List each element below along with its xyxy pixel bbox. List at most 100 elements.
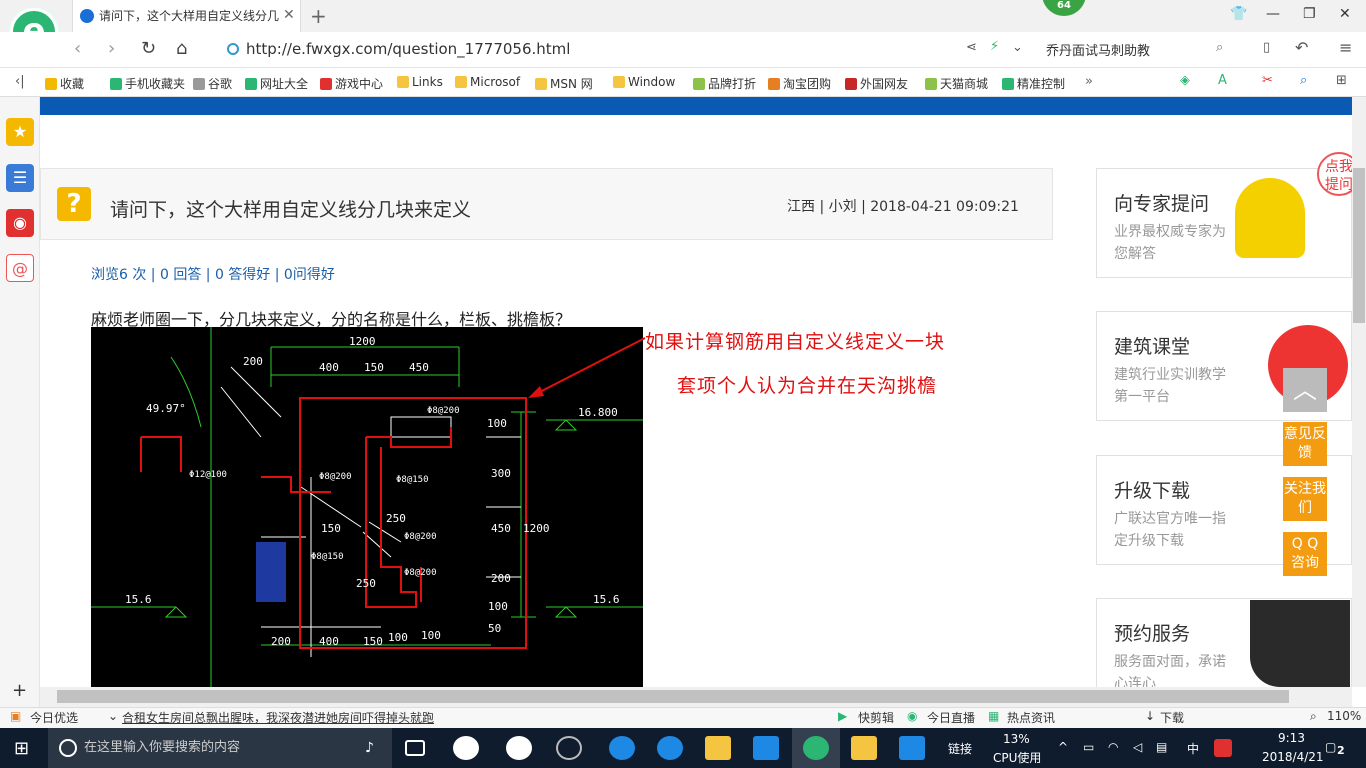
bookmark-item[interactable]: Window [613,75,675,89]
bookmark-item[interactable]: Microsof [455,75,520,89]
taskbar-search-input[interactable]: 在这里输入你要搜索的内容 [48,728,392,768]
search-icon[interactable]: ⌕ [1216,40,1223,55]
sidebar-toggle-icon[interactable]: ‹| [15,74,25,89]
ie-shell-icon[interactable] [506,736,532,760]
news-ticker[interactable]: 合租女生房间总飘出腥味，我深夜潜进她房间吓得掉头就跑 [122,709,434,726]
downloads[interactable]: 下载 [1160,709,1184,726]
tab-close-icon[interactable]: ✕ [283,7,295,23]
menu-icon[interactable]: ≡ [1339,38,1352,57]
bookmark-item[interactable]: MSN 网 [535,75,593,92]
clock-time[interactable]: 9:13 [1278,731,1305,745]
today-live[interactable]: 今日直播 [927,709,975,726]
maximize-button[interactable]: ❐ [1303,6,1316,22]
bookmark-item[interactable]: 谷歌 [193,75,232,92]
minimize-button[interactable]: — [1266,6,1280,22]
url-input[interactable]: http://e.fwxgx.com/question_1777056.html [246,40,570,58]
svg-text:Φ8@150: Φ8@150 [311,552,344,562]
vertical-scroll-thumb[interactable] [1353,168,1365,323]
new-tab-button[interactable]: + [310,4,327,28]
windows-start-icon[interactable]: ⊞ [14,738,29,759]
today-picks[interactable]: 今日优选 [30,709,78,726]
task-view-icon[interactable] [405,740,425,756]
home-icon[interactable]: ⌂ [176,38,187,59]
add-sidebar-icon[interactable]: + [12,680,27,701]
phone-icon[interactable]: ▯ [1263,40,1270,55]
keyboard-icon[interactable]: ▤ [1156,740,1167,754]
svg-text:Φ8@200: Φ8@200 [404,532,437,542]
plus-app-icon[interactable] [899,736,925,760]
chevron-down-icon[interactable]: ⌄ [1012,40,1023,55]
bookmark-label: 游戏中心 [335,77,384,91]
notification-icon[interactable]: ▢ [1325,740,1336,754]
translate-icon[interactable]: A [1218,73,1227,88]
question-stats[interactable]: 浏览6 次 | 0 回答 | 0 答得好 | 0问得好 [91,264,335,284]
glodon-app-icon[interactable] [753,736,779,760]
edge-icon[interactable] [609,736,635,760]
scissors-icon[interactable]: ✂ [1262,73,1273,88]
bookmark-item[interactable]: 淘宝团购 [768,75,831,92]
weibo-icon[interactable]: ◉ [6,209,34,237]
shirt-icon[interactable]: 👕 [1230,6,1247,22]
refresh-icon[interactable]: ↻ [141,38,156,59]
back-to-top-button[interactable]: ︿ [1283,368,1327,412]
mail-icon[interactable]: @ [6,254,34,282]
wifi-icon[interactable]: ◠ [1108,740,1118,754]
favorites-star-icon[interactable]: ★ [6,118,34,146]
card-title: 升级下载 [1114,480,1191,502]
tray-up-icon[interactable]: ^ [1058,740,1068,754]
sogou-ime-icon[interactable] [1214,739,1232,757]
bookmark-item[interactable]: 天猫商城 [925,75,988,92]
pinwheel-app-icon[interactable] [453,736,479,760]
forward-icon[interactable]: › [108,38,115,59]
bookmark-item[interactable]: 精准控制 [1002,75,1065,92]
svg-text:1200: 1200 [523,522,550,535]
reading-list-icon[interactable]: ☰ [6,164,34,192]
card-ask-expert[interactable]: 向专家提问 业界最权威专家为您解答 [1096,168,1352,278]
svg-text:150: 150 [321,522,341,535]
bookmark-icon [45,78,57,90]
cortana-icon[interactable] [59,739,77,757]
back-icon[interactable]: ‹ [74,38,81,59]
bookmark-icon [245,78,257,90]
browser-task-icon[interactable] [803,736,829,760]
svg-text:16.800: 16.800 [578,406,618,419]
bookmark-item[interactable]: Links [397,75,443,89]
volume-icon[interactable]: ◁ [1133,740,1142,754]
bookmark-item[interactable]: 手机收藏夹 [110,75,185,92]
feedback-button[interactable]: 意见反馈 [1283,422,1327,466]
bookmark-item[interactable]: 网址大全 [245,75,308,92]
qq-consult-button[interactable]: Q Q 咨询 [1283,532,1327,576]
bookmark-item[interactable]: 外国网友 [845,75,908,92]
share-icon[interactable]: ⋖ [966,40,977,55]
horizontal-scroll-thumb[interactable] [57,690,1289,703]
ime-mode[interactable]: 中 [1187,740,1199,757]
spiral-app-icon[interactable] [556,736,582,760]
magnifier-icon[interactable]: ⌕ [1300,73,1307,88]
site-secure-icon [227,43,239,55]
bookmark-label: 网址大全 [260,77,309,91]
search-input[interactable]: 乔丹面试马刺助教 [1046,40,1150,59]
bookmark-item[interactable]: 品牌打折 [693,75,756,92]
shield-icon[interactable]: ◈ [1180,73,1190,88]
bolt-icon[interactable]: ⚡ [990,39,999,54]
bookmark-item[interactable]: 收藏 [45,75,84,92]
grid-icon[interactable]: ⊞ [1336,73,1347,88]
handshake-image [1250,600,1350,687]
hot-news[interactable]: 热点资讯 [1007,709,1055,726]
bookmark-item[interactable]: 游戏中心 [320,75,383,92]
quick-clip[interactable]: 快剪辑 [858,709,894,726]
follow-us-button[interactable]: 关注我们 [1283,477,1327,521]
bookmark-icon [193,78,205,90]
address-bar [0,32,1366,68]
microphone-icon[interactable]: ♪ [365,740,374,756]
clock-date[interactable]: 2018/4/21 [1262,750,1324,764]
more-bookmarks-icon[interactable]: » [1085,74,1093,89]
link-label[interactable]: 链接 [948,740,972,757]
notes-app-icon[interactable] [851,736,877,760]
undo-icon[interactable]: ↶ [1295,38,1308,57]
internet-explorer-icon[interactable] [657,736,683,760]
close-window-button[interactable]: ✕ [1339,6,1351,22]
zoom-level[interactable]: 110% [1327,709,1361,723]
file-explorer-icon[interactable] [705,736,731,760]
tab-active[interactable]: 请问下，这个大样用自定义线分几 [72,0,301,32]
